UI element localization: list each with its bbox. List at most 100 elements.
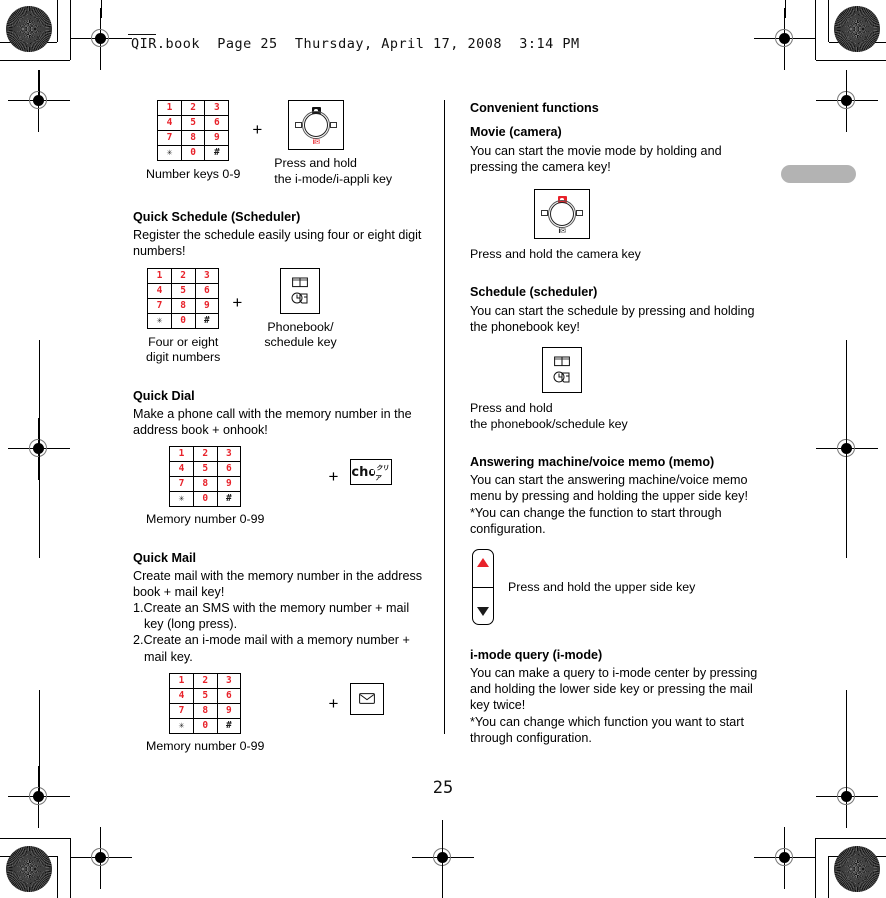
keypad-key: 0 [180,145,206,161]
fold-rule [846,340,847,446]
clear-dot-icon [369,468,376,476]
clear-key-text: ch [351,464,369,480]
crop-rule [0,838,70,839]
body-memo-line4: configuration. [470,521,546,536]
mail-key-icon [350,682,385,715]
body-quick-mail-line2: book + mail key! [133,585,225,600]
keypad-key: 2 [180,100,206,116]
figure-phonebook-key [542,347,766,394]
heading-answering-machine: Answering machine/voice memo (memo) [470,455,715,470]
body-quick-dial-line2: address book + onhook! [133,423,268,438]
body-schedule-line1: You can start the schedule by pressing a… [470,303,755,318]
figure-mail-key [350,682,385,715]
plus-symbol: + [232,293,243,313]
keypad-key: 8 [192,476,218,493]
heading-imode-query: i-mode query (i-mode) [470,647,603,662]
crop-rule [57,0,58,42]
list-item-2-line1: 2.Create an i-mode mail with a memory nu… [133,633,410,648]
heading-quick-mail: Quick Mail [133,550,196,565]
envelope-glyph-icon [359,693,376,705]
fold-rule [39,452,40,558]
imode-key-icon: i✉ [288,100,345,150]
fold-rule [101,0,102,18]
keypad-icon: 123 456 789 ✳ 0 # [169,672,242,734]
side-key-icon [472,548,494,625]
keypad-icon: 123 456 789 ✳ 0 # [147,267,220,329]
upper-side-key-triangle-icon [477,557,489,567]
figure-clear-key: ch クリア [350,459,393,486]
left-softkey-icon [295,121,303,128]
registration-mark [70,8,132,70]
keypad-key: 3 [216,446,242,463]
keypad-key: 6 [216,687,242,704]
heading-quick-schedule: Quick Schedule (Scheduler) [133,210,301,224]
figure-caption-line1: Phonebook/ [267,319,334,334]
plus-symbol: + [252,120,263,139]
page-header-text: QIR.book Page 25 Thursday, April 17, 200… [131,36,580,52]
keypad-key: 0 [192,717,218,734]
crop-rule [0,60,70,61]
keypad-key: 2 [192,672,218,689]
body-imode-line2: and holding the lower side key or pressi… [470,682,753,697]
keypad-key: 9 [216,476,242,493]
imode-label: i✉ [312,138,321,146]
keypad-key: ✳ [169,491,194,508]
figure-memory-keys: 123 456 789 ✳ 0 # Memory number 0-99 [146,446,264,528]
crop-rule [57,856,58,898]
registration-burst-icon [834,6,880,52]
list-item-1-line1: 1.Create an SMS with the memory number +… [133,601,410,616]
keypad-icon: 123 456 789 ✳ 0 # [169,446,242,508]
crop-rule [829,856,886,857]
figure-caption: Memory number 0-99 [146,738,265,753]
registration-mark [8,70,70,132]
keypad-icon: 123 456 789 ✳ 0 # [157,100,230,161]
heading-movie-camera: Movie (camera) [470,125,562,140]
keypad-key: 6 [204,115,230,131]
keypad-key: 3 [216,672,242,689]
figure-caption-line2: the i-mode/i-appli key [274,171,393,186]
keypad-key: # [204,145,230,161]
figure-caption: Memory number 0-99 [146,512,265,527]
keypad-key: ✳ [157,145,182,161]
heading-schedule-scheduler: Schedule (scheduler) [470,285,598,300]
plus-symbol: + [328,693,339,713]
figure-number-keys-plus-imode: 123 456 789 ✳ 0 # Number keys 0-9 + i✉ Pre… [146,100,429,187]
book-glyph-icon [292,277,309,287]
keypad-key: 3 [204,100,230,116]
body-quick-schedule-line1: Register the schedule easily using four … [133,228,422,243]
book-glyph-icon [554,356,570,367]
figure-digits-plus-phonebook: 123 456 789 ✳ 0 # Four or eight digit numb… [146,267,429,366]
hand-clock-glyph-icon [291,292,308,304]
registration-mark [412,827,474,889]
body-movie-line2: pressing the camera key! [470,159,611,174]
figure-memory-plus-mail: 123 456 789 ✳ 0 # Memory number 0-99 + [146,672,429,755]
keypad-key: 5 [180,115,206,131]
figure-side-key: Press and hold the upper side key [472,548,766,625]
left-softkey-icon [541,210,548,217]
keypad-key: 1 [157,100,182,116]
figure-caption-line1: Press and hold [470,401,553,416]
keypad-key: 7 [147,297,172,314]
registration-mark [816,70,878,132]
body-movie-line1: You can start the movie mode by holding … [470,143,722,158]
figure-caption-line1: Four or eight [148,334,219,349]
left-column: 123 456 789 ✳ 0 # Number keys 0-9 + i✉ Pre… [133,100,429,754]
keypad-key: ✳ [169,717,194,734]
thumb-tab-marker [781,165,856,183]
keypad-key: ✳ [147,312,172,329]
body-imode-line4: *You can change which function you want … [470,714,744,729]
figure-digit-keys: 123 456 789 ✳ 0 # Four or eight digit numb… [146,267,220,366]
fold-rule [39,70,40,98]
right-softkey-icon [330,121,338,128]
keypad-key: 5 [170,282,196,299]
figure-caption: Number keys 0-9 [146,167,241,181]
crop-rule [828,856,829,898]
keypad-key: 7 [157,130,182,146]
